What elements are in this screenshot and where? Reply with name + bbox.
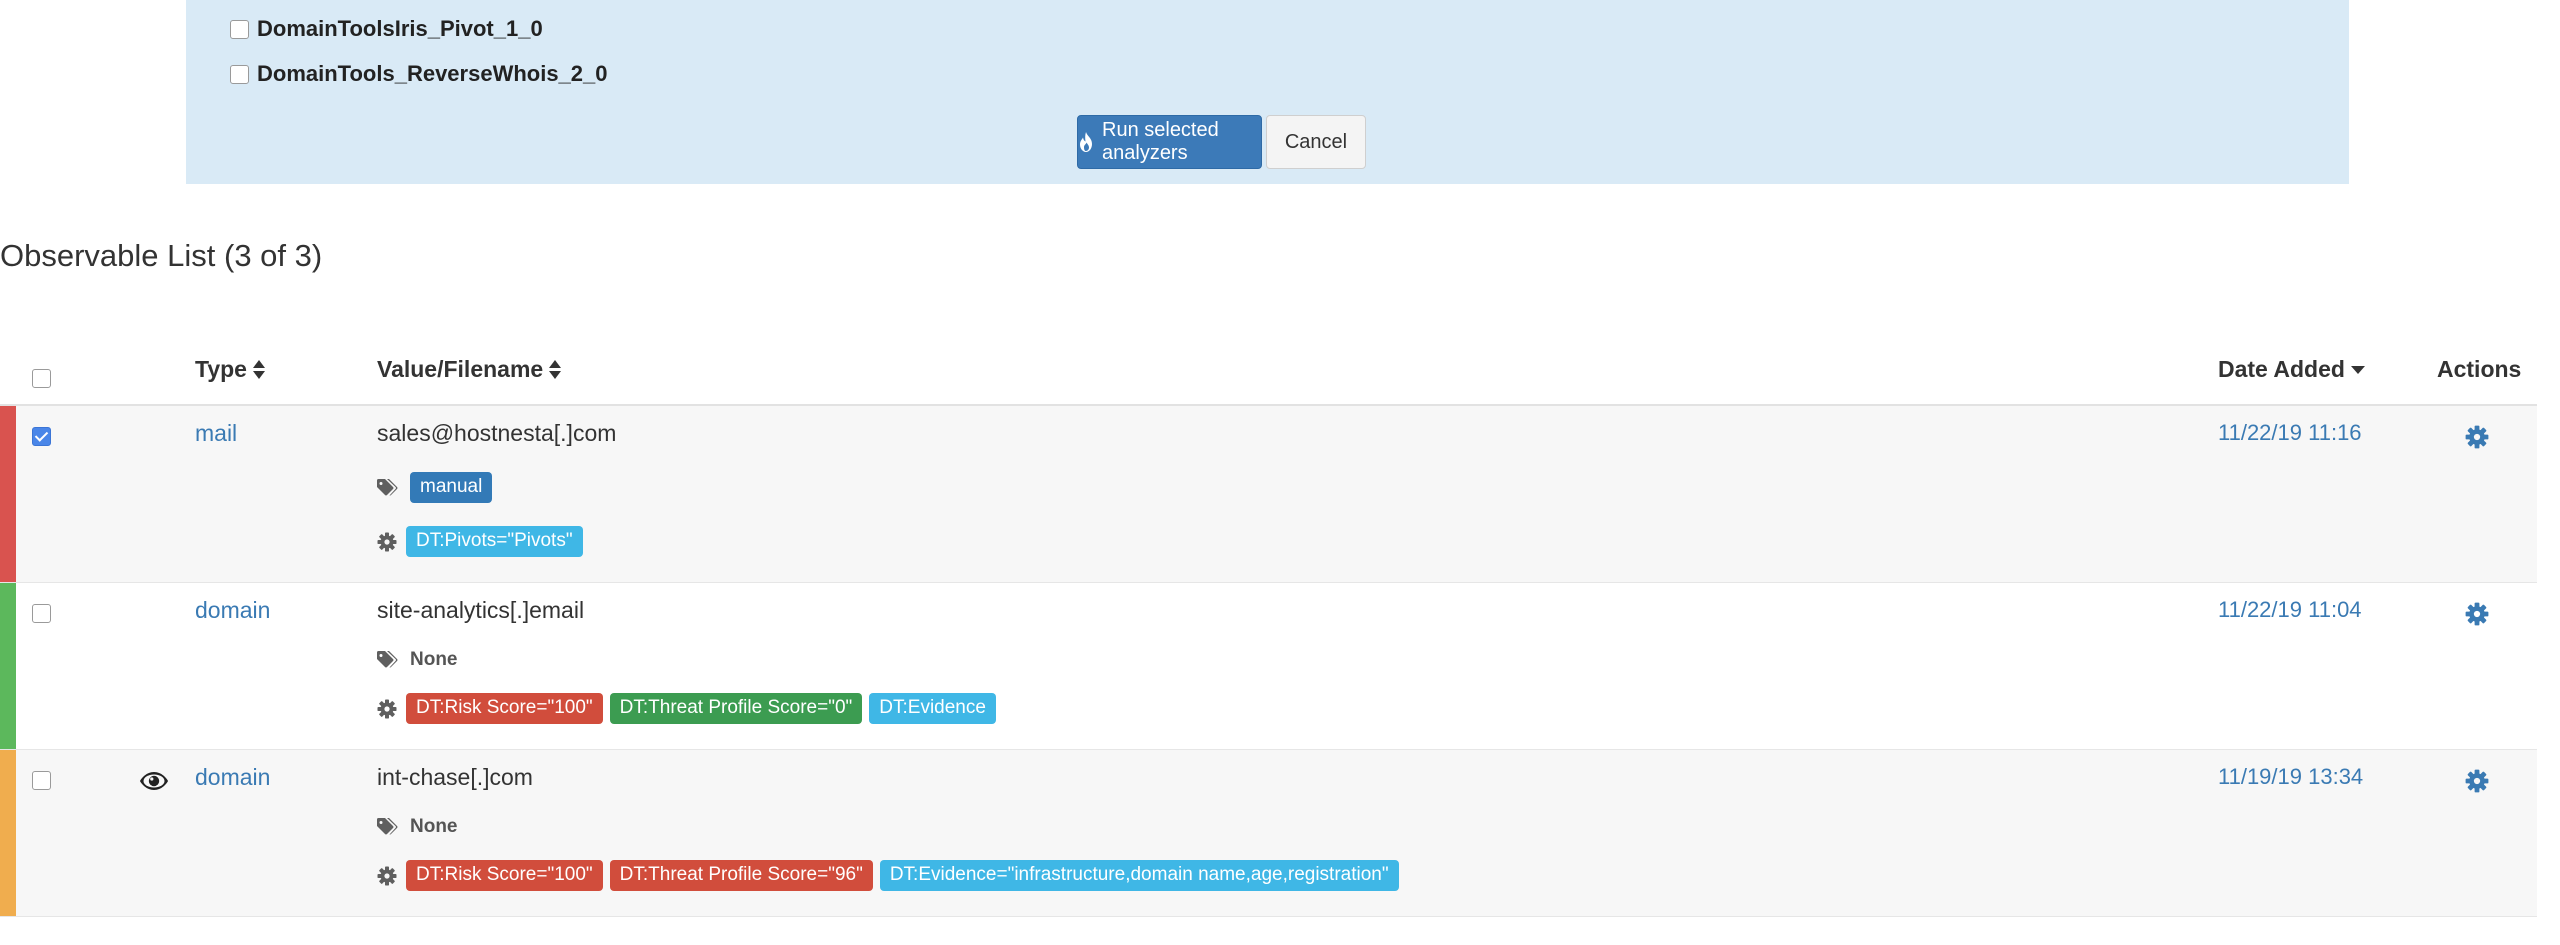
- column-date-label: Date Added: [2218, 356, 2345, 382]
- observable-value: sales@hostnesta[.]com: [377, 420, 617, 446]
- observable-type-link[interactable]: domain: [195, 597, 270, 624]
- tags-icon: [377, 818, 401, 836]
- tags-icon: [377, 478, 401, 497]
- run-button-label: Run selected analyzers: [1102, 119, 1219, 164]
- report-badge[interactable]: DT:Risk Score="100": [406, 693, 603, 724]
- reports-line: DT:Risk Score="100" DT:Threat Profile Sc…: [377, 860, 1406, 891]
- sort-icon: [252, 359, 265, 381]
- select-all-checkbox[interactable]: [32, 369, 51, 388]
- gear-icon[interactable]: [2465, 602, 2489, 631]
- status-stripe: [0, 750, 16, 916]
- analyzers-panel: DomainToolsIris_Pivot_1_0 DomainTools_Re…: [186, 0, 2349, 184]
- no-tags-text: None: [410, 816, 458, 837]
- table-row: domain site-analytics[.]email None DT:Ri…: [0, 583, 2537, 750]
- status-stripe: [0, 406, 16, 582]
- observable-value: int-chase[.]com: [377, 764, 533, 790]
- fire-icon: [1078, 132, 1094, 152]
- observable-type-link[interactable]: mail: [195, 420, 237, 447]
- sort-icon: [549, 359, 562, 381]
- date-added: 11/19/19 13:34: [2218, 764, 2364, 789]
- status-stripe: [0, 583, 16, 749]
- sort-desc-icon: [2350, 365, 2365, 374]
- gear-icon[interactable]: [2465, 769, 2489, 798]
- column-header-type[interactable]: Type: [195, 356, 265, 383]
- date-added: 11/22/19 11:04: [2218, 597, 2362, 622]
- gear-icon: [377, 699, 397, 719]
- row-checkbox[interactable]: [32, 604, 51, 623]
- table-row: domain int-chase[.]com None DT:Risk Scor…: [0, 750, 2537, 917]
- tags-line: manual: [377, 472, 499, 503]
- observable-type-link[interactable]: domain: [195, 764, 270, 791]
- report-badge[interactable]: DT:Evidence: [869, 693, 996, 724]
- gear-icon: [377, 866, 397, 886]
- report-badge[interactable]: DT:Threat Profile Score="96": [609, 860, 873, 891]
- gear-icon[interactable]: [2465, 425, 2489, 454]
- column-actions-label: Actions: [2437, 356, 2522, 382]
- column-header-actions: Actions: [2437, 356, 2521, 383]
- analyzer-option[interactable]: DomainTools_ReverseWhois_2_0: [230, 59, 608, 89]
- observable-value: site-analytics[.]email: [377, 597, 585, 623]
- gear-icon: [377, 532, 397, 552]
- analyzer-checkbox[interactable]: [230, 64, 249, 84]
- tags-line: None: [377, 649, 458, 671]
- column-header-date-added[interactable]: Date Added: [2218, 356, 2365, 383]
- report-badge[interactable]: DT:Threat Profile Score="0": [609, 693, 863, 724]
- cancel-button[interactable]: Cancel: [1266, 115, 1366, 169]
- column-value-label: Value/Filename: [377, 356, 544, 382]
- table-header: Type Value/Filename Date Added Actions: [0, 348, 2537, 406]
- table-row: mail sales@hostnesta[.]com manual DT:Piv…: [0, 406, 2537, 583]
- date-added: 11/22/19 11:16: [2218, 420, 2362, 445]
- column-header-value[interactable]: Value/Filename: [377, 356, 562, 383]
- reports-line: DT:Risk Score="100" DT:Threat Profile Sc…: [377, 693, 1003, 724]
- row-checkbox[interactable]: [32, 771, 51, 790]
- report-badge[interactable]: DT:Pivots="Pivots": [406, 526, 583, 557]
- analyzer-label: DomainToolsIris_Pivot_1_0: [257, 16, 543, 41]
- report-badge[interactable]: DT:Risk Score="100": [406, 860, 603, 891]
- analyzer-label: DomainTools_ReverseWhois_2_0: [257, 61, 608, 86]
- row-checkbox[interactable]: [32, 427, 51, 446]
- tags-line: None: [377, 816, 458, 838]
- analyzer-checkbox[interactable]: [230, 19, 249, 39]
- observable-list-title: Observable List (3 of 3): [0, 238, 323, 273]
- run-selected-analyzers-button[interactable]: Run selected analyzers: [1077, 115, 1262, 169]
- eye-icon[interactable]: [140, 772, 168, 795]
- analyzer-option[interactable]: DomainToolsIris_Pivot_1_0: [230, 14, 543, 44]
- column-type-label: Type: [195, 356, 247, 382]
- no-tags-text: None: [410, 649, 458, 670]
- report-badge[interactable]: DT:Evidence="infrastructure,domain name,…: [879, 860, 1399, 891]
- tag-badge[interactable]: manual: [410, 472, 493, 503]
- tags-icon: [377, 651, 401, 669]
- reports-line: DT:Pivots="Pivots": [377, 526, 590, 557]
